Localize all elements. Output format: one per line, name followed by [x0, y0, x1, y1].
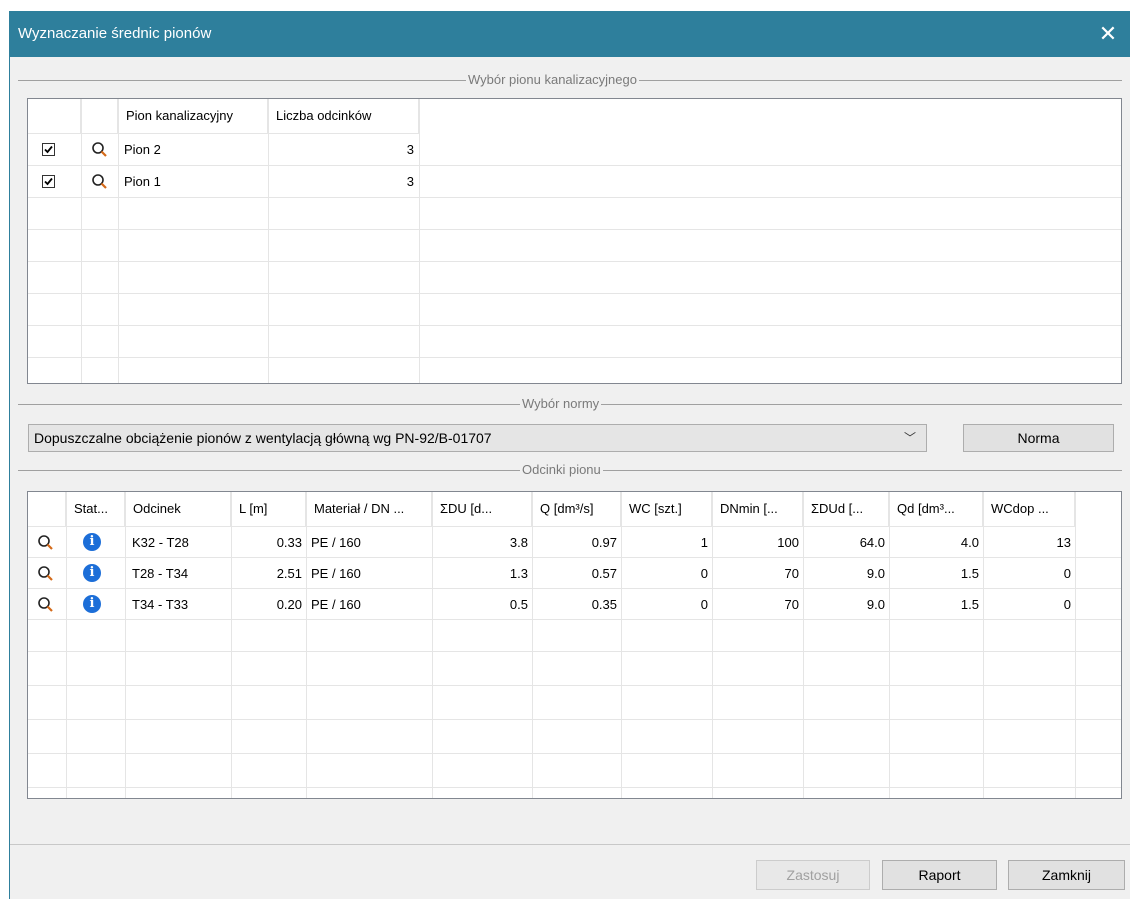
cell-wcdop: 0: [1063, 597, 1071, 612]
magnifier-icon[interactable]: [91, 173, 109, 191]
magnifier-icon[interactable]: [37, 565, 55, 583]
close-button[interactable]: Zamknij: [1008, 860, 1125, 890]
cell-wcdop: 0: [1063, 566, 1071, 581]
col-header-pion[interactable]: Pion kanalizacyjny: [118, 99, 268, 133]
pion-name: Pion 1: [124, 174, 161, 189]
cell-q: 0.97: [591, 535, 617, 550]
report-button[interactable]: Raport: [882, 860, 997, 890]
col-header-view: [28, 492, 66, 526]
cell-sdu: 3.8: [509, 535, 528, 550]
info-icon[interactable]: i: [83, 533, 101, 551]
dialog-title: Wyznaczanie średnic pionów: [18, 25, 212, 42]
cell-dnmin: 100: [777, 535, 799, 550]
cell-dnmin: 70: [784, 597, 799, 612]
magnifier-icon[interactable]: [37, 534, 55, 552]
cell-odcinek: T28 - T34: [132, 566, 189, 581]
pion-name: Pion 2: [124, 142, 161, 157]
cell-wc: 0: [700, 566, 708, 581]
group-label-odcinki: Odcinki pionu: [520, 462, 603, 477]
odcinki-table: Stat... Odcinek L [m] Materiał / DN ... …: [27, 491, 1122, 799]
footer-divider: [10, 844, 1130, 845]
cell-sdu: 0.5: [509, 597, 528, 612]
cell-qd: 4.0: [960, 535, 979, 550]
apply-button[interactable]: Zastosuj: [756, 860, 870, 890]
pion-count: 3: [406, 142, 414, 157]
dialog-window: Wyznaczanie średnic pionów ✕ Wybór pionu…: [9, 11, 1130, 899]
norma-select[interactable]: Dopuszczalne obciążenie pionów z wentyla…: [28, 424, 927, 452]
cell-l: 0.20: [276, 597, 302, 612]
norma-button[interactable]: Norma: [963, 424, 1114, 452]
cell-sdud: 9.0: [866, 566, 885, 581]
col-header-wc[interactable]: WC [szt.]: [621, 492, 712, 526]
cell-odcinek: T34 - T33: [132, 597, 189, 612]
cell-odcinek: K32 - T28: [132, 535, 189, 550]
col-header-wcdop[interactable]: WCdop ...: [983, 492, 1075, 526]
cell-sdud: 9.0: [866, 597, 885, 612]
magnifier-icon[interactable]: [37, 596, 55, 614]
cell-q: 0.57: [591, 566, 617, 581]
checkmark-icon: [44, 177, 53, 186]
col-header-l[interactable]: L [m]: [231, 492, 306, 526]
pion-checkbox[interactable]: [42, 143, 55, 156]
col-header-check: [28, 99, 81, 133]
cell-q: 0.35: [591, 597, 617, 612]
group-label-norma: Wybór normy: [520, 396, 602, 411]
col-header-dnmin[interactable]: DNmin [...: [712, 492, 803, 526]
col-header-liczba[interactable]: Liczba odcinków: [268, 99, 419, 133]
cell-dnmin: 70: [784, 566, 799, 581]
checkmark-icon: [44, 145, 53, 154]
chevron-down-icon: ﹀: [903, 431, 916, 445]
pion-count: 3: [406, 174, 414, 189]
col-header-qd[interactable]: Qd [dm³...: [889, 492, 983, 526]
cell-material: PE / 160: [311, 597, 361, 612]
cell-wcdop: 13: [1056, 535, 1071, 550]
cell-material: PE / 160: [311, 566, 361, 581]
cell-wc: 0: [700, 597, 708, 612]
norma-selected-value: Dopuszczalne obciążenie pionów z wentyla…: [34, 430, 492, 446]
magnifier-icon[interactable]: [91, 141, 109, 159]
cell-qd: 1.5: [960, 597, 979, 612]
col-header-material[interactable]: Materiał / DN ...: [306, 492, 432, 526]
col-header-odcinek[interactable]: Odcinek: [125, 492, 231, 526]
title-bar: Wyznaczanie średnic pionów ✕: [10, 11, 1130, 57]
pion-table: Pion kanalizacyjny Liczba odcinków Pion …: [27, 98, 1122, 384]
cell-material: PE / 160: [311, 535, 361, 550]
cell-l: 0.33: [276, 535, 302, 550]
cell-wc: 1: [700, 535, 708, 550]
col-header-sdud[interactable]: ΣDUd [...: [803, 492, 889, 526]
cell-sdu: 1.3: [509, 566, 528, 581]
cell-qd: 1.5: [960, 566, 979, 581]
close-icon[interactable]: ✕: [1085, 11, 1130, 57]
cell-sdud: 64.0: [859, 535, 885, 550]
pion-checkbox[interactable]: [42, 175, 55, 188]
col-header-q[interactable]: Q [dm³/s]: [532, 492, 621, 526]
cell-l: 2.51: [276, 566, 302, 581]
col-header-sdu[interactable]: ΣDU [d...: [432, 492, 532, 526]
col-header-view: [81, 99, 118, 133]
col-header-status[interactable]: Stat...: [66, 492, 125, 526]
info-icon[interactable]: i: [83, 564, 101, 582]
info-icon[interactable]: i: [83, 595, 101, 613]
group-label-pion: Wybór pionu kanalizacyjnego: [466, 72, 639, 87]
